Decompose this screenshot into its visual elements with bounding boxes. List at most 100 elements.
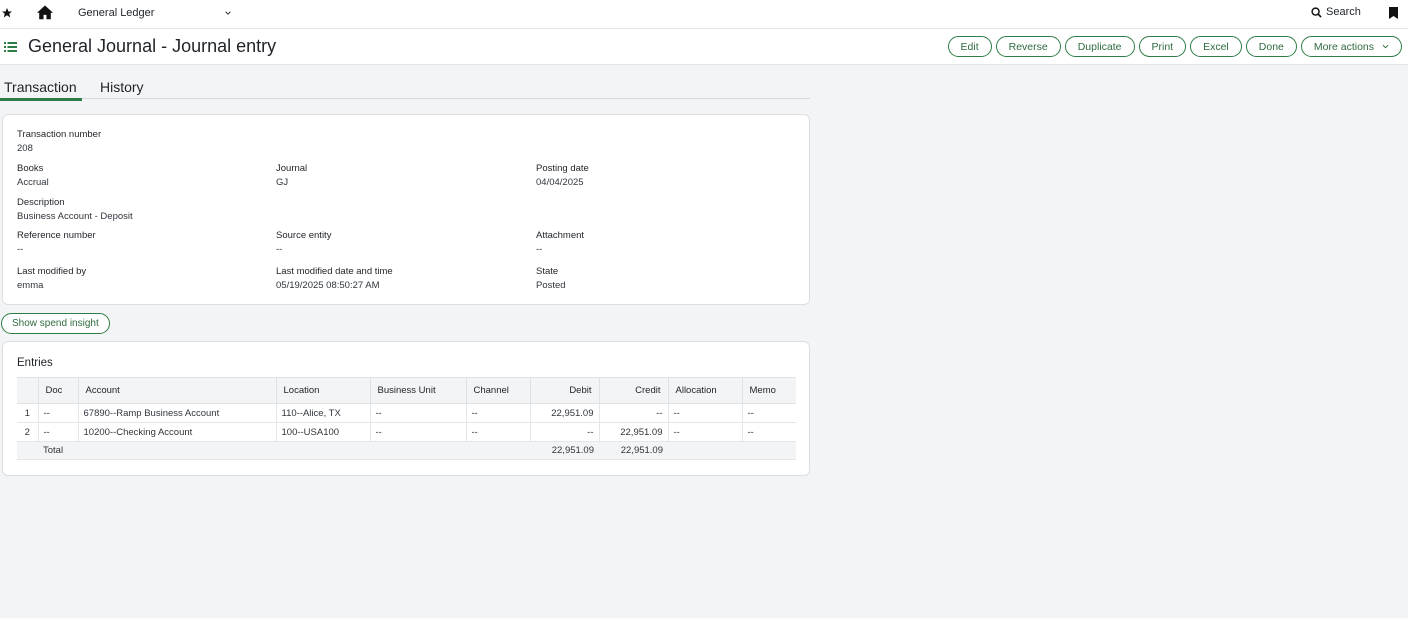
action-bar: Edit Reverse Duplicate Print Excel Done …: [947, 36, 1402, 57]
doc-cell: --: [37, 403, 78, 423]
field-attachment: Attachment --: [536, 230, 584, 256]
field-value: Accrual: [17, 177, 49, 188]
chevron-down-icon: [1382, 44, 1389, 49]
field-state: State Posted: [536, 266, 566, 292]
memo-cell: --: [741, 422, 796, 442]
allocation-cell: --: [667, 403, 742, 423]
allocation-cell: --: [667, 422, 742, 442]
account-cell[interactable]: 67890--Ramp Business Account: [77, 403, 276, 423]
entries-title: Entries: [17, 357, 53, 369]
column-header[interactable]: Credit: [598, 377, 668, 404]
tab-history[interactable]: History: [100, 79, 144, 95]
field-value: --: [17, 244, 24, 255]
page-header: General Journal - Journal entry Edit Rev…: [0, 29, 1408, 65]
column-header[interactable]: Business Unit: [369, 377, 466, 404]
bookmark-icon[interactable]: [1389, 7, 1398, 19]
field-value: 04/04/2025: [536, 177, 584, 188]
field-value: GJ: [276, 177, 289, 188]
list-menu-icon[interactable]: [4, 41, 17, 53]
total-spacer: [17, 441, 38, 460]
field-description: Description Business Account - Deposit: [17, 197, 133, 223]
column-header[interactable]: Location: [275, 377, 370, 404]
field-label: Journal: [276, 163, 308, 174]
column-header: [17, 377, 38, 404]
location-cell[interactable]: 100--USA100: [275, 422, 370, 442]
field-label: Posting date: [536, 163, 589, 174]
show-spend-insight-button[interactable]: Show spend insight: [1, 313, 110, 334]
transaction-details-card: Transaction number 208 Books Accrual Jou…: [2, 114, 810, 305]
app-switcher[interactable]: General Ledger: [78, 7, 231, 19]
total-label: Total: [38, 441, 530, 460]
business-unit-cell: --: [369, 422, 466, 442]
home-icon[interactable]: [36, 4, 54, 22]
field-value: 05/19/2025 08:50:27 AM: [276, 280, 380, 291]
total-debit: 22,951.09: [530, 441, 599, 460]
doc-cell: --: [37, 422, 78, 442]
field-value[interactable]: --: [536, 244, 584, 256]
reverse-button[interactable]: Reverse: [995, 36, 1061, 57]
edit-button[interactable]: Edit: [947, 36, 992, 57]
chevron-down-icon: [225, 11, 231, 15]
credit-cell: --: [598, 403, 668, 423]
print-button[interactable]: Print: [1138, 36, 1187, 57]
field-label: State: [536, 266, 559, 277]
row-number: 2: [17, 422, 38, 442]
tab-bar: Transaction History: [0, 76, 810, 101]
search-label: Search: [1326, 6, 1361, 18]
row-number: 1: [17, 403, 38, 423]
duplicate-button[interactable]: Duplicate: [1064, 36, 1135, 57]
credit-cell: 22,951.09: [598, 422, 668, 442]
total-memo: [742, 441, 796, 460]
column-header[interactable]: Account: [77, 377, 276, 404]
field-label: Books: [17, 163, 44, 174]
field-label: Last modified by: [17, 266, 87, 277]
total-row: Total 22,951.09 22,951.09: [17, 441, 796, 460]
field-label: Reference number: [17, 230, 96, 241]
more-actions-button[interactable]: More actions: [1300, 36, 1402, 57]
field-source-entity: Source entity --: [276, 230, 331, 256]
column-header[interactable]: Allocation: [667, 377, 742, 404]
field-label: Source entity: [276, 230, 332, 241]
entries-table: Doc Account Location Business Unit Chann…: [17, 377, 796, 460]
field-value: 208: [17, 143, 33, 154]
table-header-row: Doc Account Location Business Unit Chann…: [17, 377, 796, 404]
debit-cell: --: [529, 422, 599, 442]
field-value: --: [276, 244, 283, 255]
business-unit-cell: --: [369, 403, 466, 423]
channel-cell: --: [465, 422, 530, 442]
top-nav-bar: General Ledger Search: [0, 0, 1408, 29]
debit-cell: 22,951.09: [529, 403, 599, 423]
account-cell[interactable]: 10200--Checking Account: [77, 422, 276, 442]
more-actions-label: More actions: [1313, 40, 1374, 53]
column-header[interactable]: Channel: [465, 377, 530, 404]
channel-cell: --: [465, 403, 530, 423]
field-value: Posted: [536, 280, 566, 291]
field-transaction-number: Transaction number 208: [17, 129, 101, 155]
column-header[interactable]: Doc: [37, 377, 78, 404]
done-button[interactable]: Done: [1245, 36, 1297, 57]
excel-button[interactable]: Excel: [1190, 36, 1242, 57]
table-row[interactable]: 2 -- 10200--Checking Account 100--USA100…: [17, 422, 796, 442]
field-last-modified-date: Last modified date and time 05/19/2025 0…: [276, 266, 393, 292]
field-value: Business Account - Deposit: [17, 211, 133, 222]
field-label: Last modified date and time: [276, 266, 393, 277]
field-posting-date: Posting date 04/04/2025: [536, 163, 589, 189]
field-last-modified-by: Last modified by emma: [17, 266, 86, 292]
field-label: Transaction number: [17, 129, 102, 140]
column-header[interactable]: Debit: [529, 377, 599, 404]
table-row[interactable]: 1 -- 67890--Ramp Business Account 110--A…: [17, 403, 796, 423]
tab-transaction[interactable]: Transaction: [0, 79, 82, 101]
column-header[interactable]: Memo: [741, 377, 796, 404]
field-books: Books Accrual: [17, 163, 49, 189]
field-value: emma: [17, 280, 44, 291]
field-journal: Journal GJ: [276, 163, 307, 189]
field-label: Description: [17, 197, 65, 208]
star-icon[interactable]: [0, 5, 14, 21]
location-cell[interactable]: 110--Alice, TX: [275, 403, 370, 423]
page-title: General Journal - Journal entry: [28, 36, 277, 56]
field-label: Attachment: [536, 230, 585, 241]
total-credit: 22,951.09: [599, 441, 668, 460]
search-icon: [1311, 6, 1322, 18]
search-button[interactable]: Search: [1311, 6, 1361, 18]
total-allocation: [668, 441, 742, 460]
